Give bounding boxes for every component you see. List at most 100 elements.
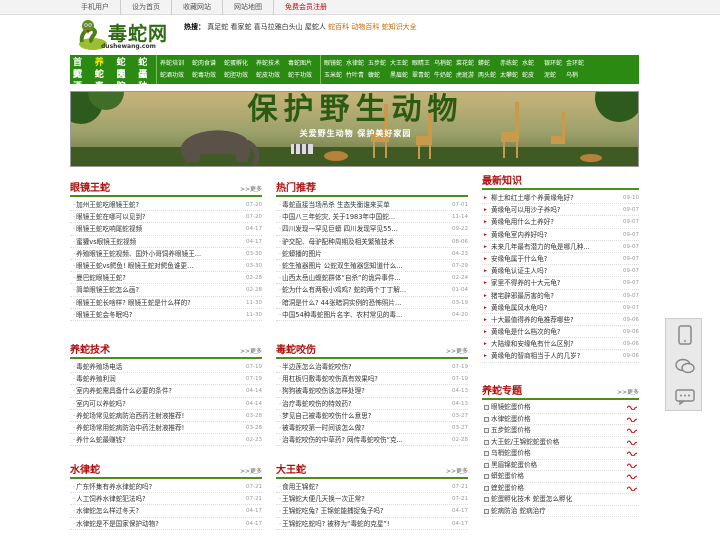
section-title[interactable]: 水律蛇 (70, 461, 100, 476)
list-item[interactable]: ▸ 家里不得养的十大元龟? 09-07 (482, 277, 639, 290)
nav-species-item[interactable]: 大王蛇 (390, 58, 412, 70)
nav-topic-item[interactable]: 蛇蛋孵化 (224, 58, 256, 70)
register-link[interactable]: 免费会员注册 (274, 0, 338, 15)
list-item[interactable]: ▸ 黄缘龟室内养好吗? 09-07 (482, 228, 639, 241)
list-item[interactable]: ·水律蛇怎么样过冬天? 04-17 (70, 505, 262, 518)
nav-topic-item[interactable]: 蛇胆功效 (224, 70, 256, 82)
topic-item[interactable]: 水律蛇蛋价格 (482, 414, 639, 425)
topic-item[interactable]: 蛇蛋孵化技术 蛇蛋怎么孵化 (482, 494, 639, 506)
list-item[interactable]: ·毒蛇养殖场电话 07-19 (70, 361, 262, 374)
section-title[interactable]: 眼镜王蛇 (70, 179, 110, 194)
list-item[interactable]: ▸ 猪宅辟邪最厉害的龟? 09-07 (482, 289, 639, 302)
nav-species-item[interactable]: 蟒蛇 (478, 58, 500, 70)
more-link[interactable]: >>更多 (240, 346, 262, 355)
list-item[interactable]: ·治疗毒蛇咬伤的特效药? 04-13 (276, 397, 468, 410)
list-item[interactable]: ·蛇蟒播的图片 04-23 (276, 247, 468, 260)
more-link[interactable]: >>更多 (446, 346, 468, 355)
section-title[interactable]: 养蛇技术 (70, 341, 110, 356)
list-item[interactable]: ·蛇生殖器图片 公蛇双生殖器您知道什么... 07-29 (276, 259, 468, 273)
nav-species-item[interactable]: 金环蛇 (566, 58, 588, 70)
topic-item[interactable]: 眼镜蛇蛋价格 (482, 402, 639, 414)
list-item[interactable]: ·人工饲养水律蛇犯法吗? 07-21 (70, 493, 262, 506)
list-item[interactable]: ·曼巴蛇眼镜王蛇? 02-28 (70, 272, 262, 285)
list-item[interactable]: ·食用王锦蛇? 07-21 (276, 481, 468, 494)
nav-species-item[interactable]: 泥蛇 (544, 70, 566, 82)
topic-item[interactable]: 大王蛇/王锦蛇蛇蛋价格 (482, 437, 639, 448)
nav-home[interactable]: 首页 (73, 57, 91, 80)
list-item[interactable]: ·梦见自己被毒蛇咬伤什么意思? 03-27 (276, 409, 468, 422)
set-homepage-link[interactable]: 设为首页 (121, 0, 172, 15)
list-item[interactable]: ▸ 黄缘龟可以用沙子养吗? 09-07 (482, 204, 639, 217)
nav-species-item[interactable]: 蝮蛇 (368, 70, 390, 82)
nav-species-item[interactable]: 眼镜蛇 (324, 58, 346, 70)
nav-species-item[interactable]: 牛奶蛇 (434, 70, 456, 82)
list-item[interactable]: ·暗洞是什么? 44张暗洞实例的恐怖照片... 03-19 (276, 296, 468, 309)
section-title[interactable]: 热门推荐 (276, 179, 316, 194)
nav-topic-item[interactable]: 毒蛇图片 (288, 58, 320, 70)
nav-species-item[interactable]: 翠青蛇 (412, 70, 434, 82)
list-item[interactable]: ·四川发现一罕见巨蟒 四川发现罕见55... 09-22 (276, 223, 468, 236)
nav-species-item[interactable]: 虎斑游 (456, 70, 478, 82)
list-item[interactable]: ·狗狗被毒蛇咬伤该怎样处理? 04-13 (276, 385, 468, 398)
more-link[interactable]: >>更多 (617, 387, 639, 396)
list-item[interactable]: ·眼镜王蛇在哪可以见到? 07-20 (70, 211, 262, 224)
list-item[interactable]: ·治毒蛇咬伤的中草药? 网传毒蛇咬伤“克... 02-28 (276, 434, 468, 447)
nav-species-item[interactable]: 黑眉蛇 (390, 70, 412, 82)
list-item[interactable]: ·驴交配、母驴配种周期及相关繁殖技术 08-06 (276, 235, 468, 248)
list-item[interactable]: ·加州王蛇吃眼镜王蛇? 07-20 (70, 199, 262, 212)
list-item[interactable]: ·毒蛇养殖利润 07-19 (70, 373, 262, 386)
list-item[interactable]: ·中国54种毒蛇图片名字、农村常见的毒... 04-20 (276, 308, 468, 321)
list-item[interactable]: ·中国八三年蛇灾, 关于1983年中国蛇... 11-14 (276, 211, 468, 224)
nav-species-item[interactable]: 水蛇 (522, 58, 544, 70)
list-item[interactable]: ·王锦蛇吃蛇吗? 被称为“毒蛇的克星”! 04-17 (276, 517, 468, 530)
list-item[interactable]: ·室内可以养蛇吗? 04-14 (70, 397, 262, 410)
nav-species-item[interactable]: 玉米蛇 (324, 70, 346, 82)
nav-species-item[interactable]: 竹叶青 (346, 70, 368, 82)
list-item[interactable]: ▸ 未来几年最有潜力的龟是哪几种... 09-07 (482, 240, 639, 253)
section-title[interactable]: 毒蛇咬伤 (276, 341, 316, 356)
list-item[interactable]: ·用杠板归敷毒蛇咬伤真有效果吗? 07-19 (276, 373, 468, 386)
topic-item[interactable]: 蛇病防治 蛇病治疗 (482, 506, 639, 517)
nav-snake-meat[interactable]: 蛇肉 (117, 57, 135, 80)
nav-snake-egg[interactable]: 蛇蛋 (138, 57, 156, 80)
list-item[interactable]: ·眼镜王蛇会冬眠吗? 11-30 (70, 308, 262, 321)
nav-snake-wine[interactable]: 蛇酒 (73, 69, 91, 92)
mobile-user-link[interactable]: 手机用户 (70, 0, 121, 15)
hot-search-terms[interactable]: 真足蛇 看家蛇 喜马拉雅白头山 屋蛇人 (207, 23, 326, 31)
topic-item[interactable]: 乌梢蛇蛋价格 (482, 448, 639, 460)
nav-species-item[interactable]: 赤练蛇 (500, 58, 522, 70)
list-item[interactable]: ▸ 十大最值得养的龟推荐哪些? 09-06 (482, 313, 639, 327)
list-item[interactable]: ·养蛇场常见蛇病防治西药注射液推荐! 03-28 (70, 409, 262, 422)
nav-species-item[interactable]: 太攀蛇 (500, 70, 522, 82)
nav-topic-item[interactable]: 蛇干功效 (288, 70, 320, 82)
list-item[interactable]: ·室内养蛇需具备什么必要的条件? 04-14 (70, 385, 262, 398)
list-item[interactable]: ·被毒蛇咬第一时间该怎么做? 03-27 (276, 421, 468, 435)
list-item[interactable]: ▸ 安缘龟属于什么龟? 09-07 (482, 252, 639, 266)
message-button[interactable] (666, 381, 703, 412)
list-item[interactable]: ·水律蛇是不是国家保护动物? 04-17 (70, 517, 262, 530)
nav-topic-item[interactable]: 养蛇技术 (256, 58, 288, 70)
list-item[interactable]: ·眼镜王蛇吃响尾蛇视频 04-17 (70, 223, 262, 236)
nav-raise-snake[interactable]: 养蛇 (95, 57, 113, 80)
nav-species-item[interactable]: 乌梢蛇 (434, 58, 456, 70)
section-title[interactable]: 大王蛇 (276, 461, 306, 476)
nav-species-item[interactable]: 水律蛇 (346, 58, 368, 70)
list-item[interactable]: ▸ 黄缘龟属风水龟吗? 09-07 (482, 301, 639, 314)
nav-species-item[interactable]: 银环蛇 (544, 58, 566, 70)
list-item[interactable]: ·养什么蛇最赚钱? 02-23 (70, 434, 262, 447)
topic-item[interactable]: 蝰蛇蛋价格 (482, 483, 639, 494)
section-title[interactable]: 最新知识 (482, 172, 522, 187)
list-item[interactable]: ·养蛇场常用蛇病防治中药注射液推荐! 03-28 (70, 421, 262, 435)
list-item[interactable]: ·半边莲怎么治毒蛇咬伤? 07-19 (276, 361, 468, 374)
nav-topic-item[interactable]: 蛇肉食谱 (192, 58, 224, 70)
more-link[interactable]: >>更多 (446, 466, 468, 475)
list-item[interactable]: ▸ 大陆缘和安缘龟有什么区别? 09-06 (482, 338, 639, 351)
nav-species-item[interactable]: 两头蛇 (478, 70, 500, 82)
nav-topic-item[interactable]: 蛇皮功效 (256, 70, 288, 82)
list-item[interactable]: ·毒蛇直接当场吊杀 生态失衡谁来买单 07-01 (276, 199, 468, 212)
hot-search-highlight[interactable]: 蛇百科 动物百科 蛇知识大全 (328, 23, 416, 31)
nav-topic-item[interactable]: 养蛇培训 (160, 58, 192, 70)
list-item[interactable]: ·山西太岳山蝮蛇群体“自杀”的诡异事件... 02-24 (276, 272, 468, 285)
wildlife-banner[interactable]: 保护野生动物 关爱野生动物 保护美好家园 (70, 91, 639, 167)
section-title[interactable]: 养蛇专题 (482, 382, 522, 397)
